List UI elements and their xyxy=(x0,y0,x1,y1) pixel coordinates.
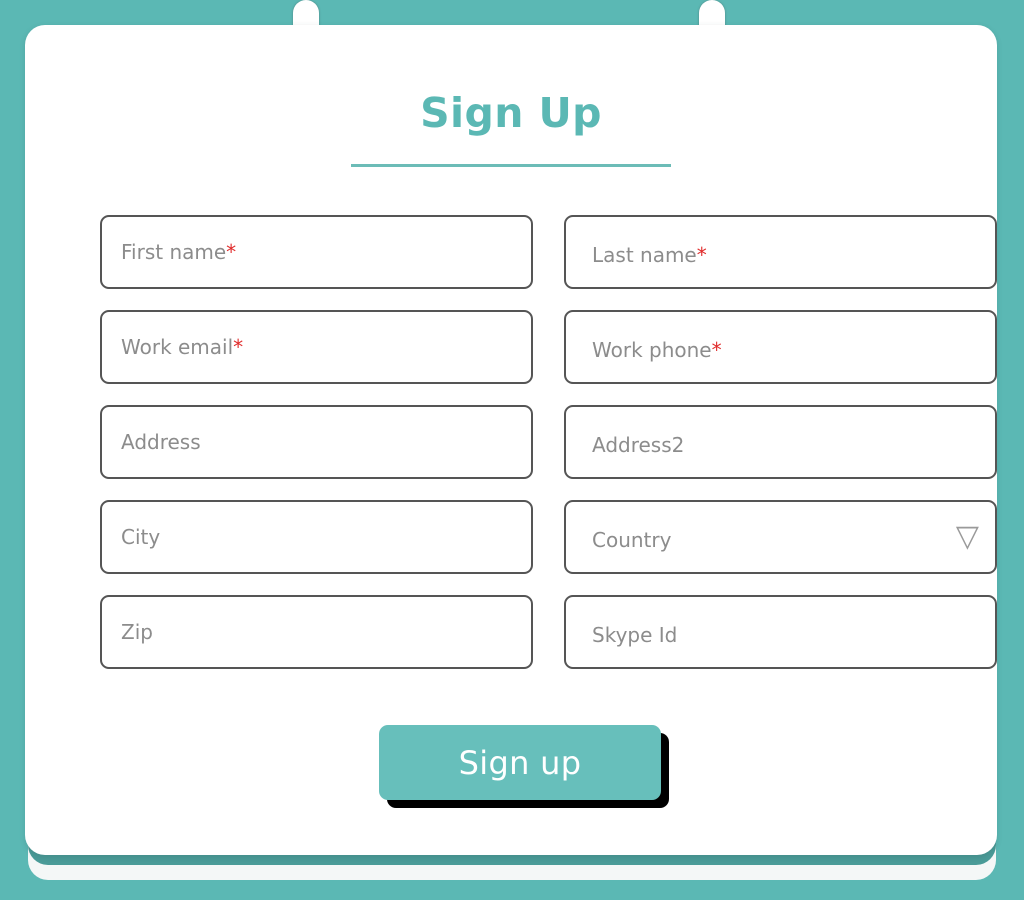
signup-form: First name* Last name* Work email* Work … xyxy=(100,215,997,669)
chevron-down-icon[interactable]: ▽ xyxy=(956,522,979,552)
work-email-placeholder: Work email* xyxy=(121,335,244,359)
page-title: Sign Up xyxy=(420,89,602,137)
last-name-field[interactable]: Last name* xyxy=(564,215,997,289)
address-field[interactable]: Address xyxy=(100,405,533,479)
submit-row: Sign up xyxy=(25,725,997,808)
zip-field[interactable]: Zip xyxy=(100,595,533,669)
work-phone-field[interactable]: Work phone* xyxy=(564,310,997,384)
work-email-required-marker: * xyxy=(233,335,244,359)
skype-id-placeholder: Skype Id xyxy=(592,623,678,647)
first-name-placeholder: First name* xyxy=(121,240,237,264)
submit-button-wrap: Sign up xyxy=(379,725,669,808)
country-placeholder: Country xyxy=(592,528,672,552)
work-phone-placeholder: Work phone* xyxy=(592,338,722,362)
signup-button[interactable]: Sign up xyxy=(379,725,661,800)
page-title-wrap: Sign Up xyxy=(25,25,997,167)
work-email-field[interactable]: Work email* xyxy=(100,310,533,384)
title-underline xyxy=(351,164,671,167)
zip-placeholder: Zip xyxy=(121,620,153,644)
address-placeholder: Address xyxy=(121,430,201,454)
city-placeholder: City xyxy=(121,525,161,549)
city-field[interactable]: City xyxy=(100,500,533,574)
first-name-required-marker: * xyxy=(226,240,237,264)
signup-card: Sign Up First name* Last name* Work emai… xyxy=(25,25,997,855)
skype-id-field[interactable]: Skype Id xyxy=(564,595,997,669)
first-name-field[interactable]: First name* xyxy=(100,215,533,289)
address2-placeholder: Address2 xyxy=(592,433,685,457)
last-name-placeholder: Last name* xyxy=(592,243,707,267)
work-phone-required-marker: * xyxy=(711,338,722,362)
last-name-required-marker: * xyxy=(696,243,707,267)
country-select[interactable]: Country ▽ xyxy=(564,500,997,574)
address2-field[interactable]: Address2 xyxy=(564,405,997,479)
